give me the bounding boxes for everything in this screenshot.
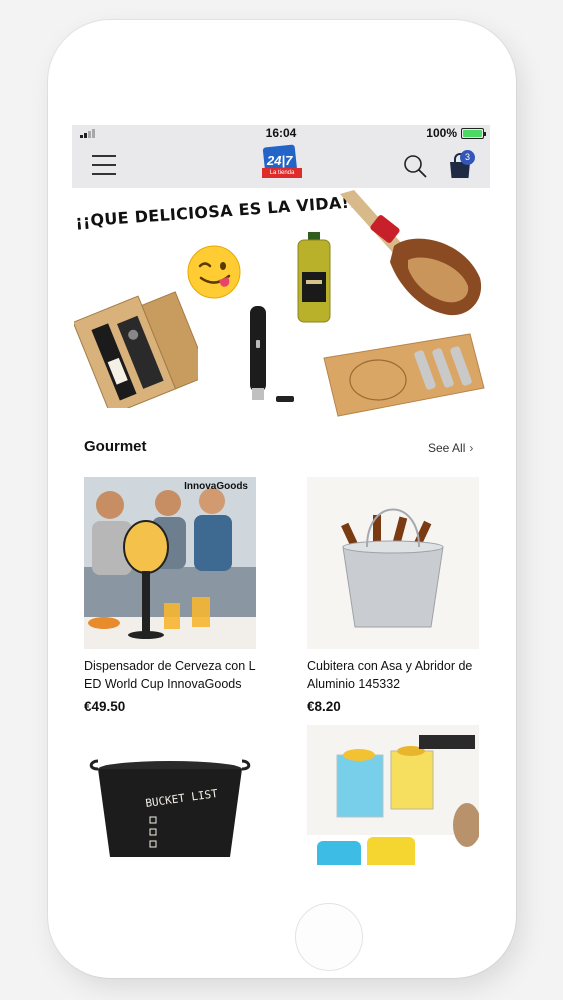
cheese-board-image — [323, 333, 485, 417]
battery-percent: 100% — [426, 126, 457, 140]
see-all-label: See All — [428, 441, 466, 455]
product-card[interactable]: Cubitera con Asa y Abridor de Aluminio 1… — [307, 477, 479, 714]
hamburger-menu-icon[interactable] — [92, 155, 116, 175]
product-card[interactable]: InnovaGoods Dispensador de Cerveza con L… — [84, 477, 256, 714]
home-button[interactable] — [295, 903, 363, 971]
status-bar: 16:04 100% — [72, 125, 490, 142]
product-card[interactable] — [307, 725, 479, 865]
battery-icon — [461, 128, 486, 139]
chevron-right-icon: › — [469, 441, 474, 455]
serrano-ham-image — [340, 190, 482, 316]
beer-dispenser-photo — [84, 477, 256, 649]
see-all-link[interactable]: See All › — [428, 441, 473, 455]
banner-headline: ¡¡QUE DELICIOSA ES LA VIDA!! — [74, 192, 358, 231]
product-price: €8.20 — [307, 699, 341, 714]
electric-wine-opener-image — [250, 306, 294, 402]
brand-tag: InnovaGoods — [184, 481, 248, 492]
product-image[interactable] — [307, 725, 479, 865]
bucket-list-bucket-photo: BUCKET LIST — [84, 725, 256, 865]
product-image[interactable] — [307, 477, 479, 649]
olive-oil-bottle-image — [297, 232, 331, 323]
product-card[interactable]: BUCKET LIST — [84, 725, 256, 865]
product-image[interactable]: InnovaGoods — [84, 477, 256, 649]
wine-gift-box-image — [74, 291, 198, 408]
product-name[interactable]: Dispensador de Cerveza con LED World Cup… — [84, 657, 256, 693]
logo-subtitle: La tienda — [262, 168, 302, 178]
product-image[interactable]: BUCKET LIST — [84, 725, 256, 865]
ice-bucket-photo — [307, 477, 479, 649]
cart-count-badge: 3 — [460, 150, 475, 165]
store-logo[interactable]: 24|7 La tienda — [262, 144, 302, 184]
product-name[interactable]: Cubitera con Asa y Abridor de Aluminio 1… — [307, 657, 479, 693]
section-title: Gourmet — [84, 438, 147, 455]
party-glasses-photo — [307, 725, 479, 865]
app-screen: 16:04 100% 24|7 La tienda 3 ¡¡QUE DELICI… — [72, 125, 490, 865]
promo-banner[interactable]: ¡¡QUE DELICIOSA ES LA VIDA!! — [72, 188, 490, 420]
product-price: €49.50 — [84, 699, 126, 714]
logo-number: 24|7 — [267, 153, 293, 168]
search-icon[interactable] — [403, 154, 427, 178]
nav-bar: 24|7 La tienda 3 — [72, 142, 490, 188]
